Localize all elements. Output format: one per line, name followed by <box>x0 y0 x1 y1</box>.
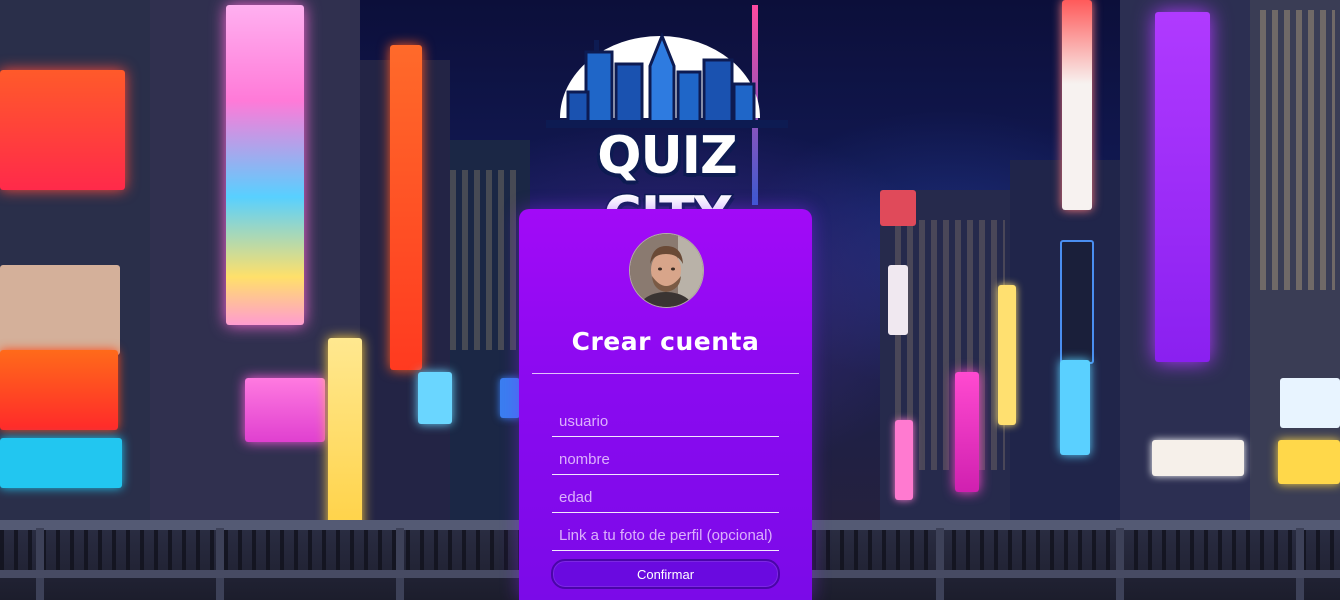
avatar <box>629 233 704 308</box>
neon-sign-yellow <box>328 338 362 550</box>
neon-sign-blue <box>418 372 452 424</box>
nombre-input[interactable] <box>552 445 779 475</box>
neon-sign-vertical-orange <box>390 45 422 370</box>
neon-sign-dark-vertical <box>1060 240 1094 364</box>
edad-input[interactable] <box>552 483 779 513</box>
neon-sign-yellow-right <box>998 285 1016 425</box>
neon-sign-white-edge <box>1280 378 1340 428</box>
neon-sign-rainbow <box>226 5 304 325</box>
neon-sign-cream <box>0 265 120 355</box>
building-windows <box>450 170 520 350</box>
neon-sign-magenta <box>955 372 979 492</box>
neon-sign-cyan <box>0 438 122 488</box>
neon-sign-cyan-right <box>1060 360 1090 455</box>
profile-photo-icon <box>630 234 703 307</box>
neon-sign-white-right <box>1152 440 1244 476</box>
neon-sign-pink <box>245 378 325 442</box>
page-title: Crear cuenta <box>571 327 760 356</box>
neon-sign-purple-tall <box>1155 12 1210 362</box>
neon-sign-blue-round <box>500 378 520 418</box>
neon-sign-orange <box>0 70 125 190</box>
neon-sign-white-red <box>1062 0 1092 210</box>
neon-sign-red-small <box>880 190 916 226</box>
profile-photo-link-input[interactable] <box>552 521 779 551</box>
usuario-input[interactable] <box>552 407 779 437</box>
neon-sign-pink-small <box>895 420 913 500</box>
building-windows <box>1260 10 1335 290</box>
confirm-button[interactable]: Confirmar <box>551 559 780 589</box>
neon-sign-white-small <box>888 265 908 335</box>
neon-sign-yellow-edge <box>1278 440 1340 484</box>
signup-card: Crear cuenta Confirmar <box>519 209 812 600</box>
title-divider <box>532 373 799 374</box>
neon-sign-red <box>0 350 118 430</box>
city-background: QUIZ CITY Crear cuenta Confirmar <box>0 0 1340 600</box>
quiz-city-logo: QUIZ CITY <box>538 22 796 248</box>
